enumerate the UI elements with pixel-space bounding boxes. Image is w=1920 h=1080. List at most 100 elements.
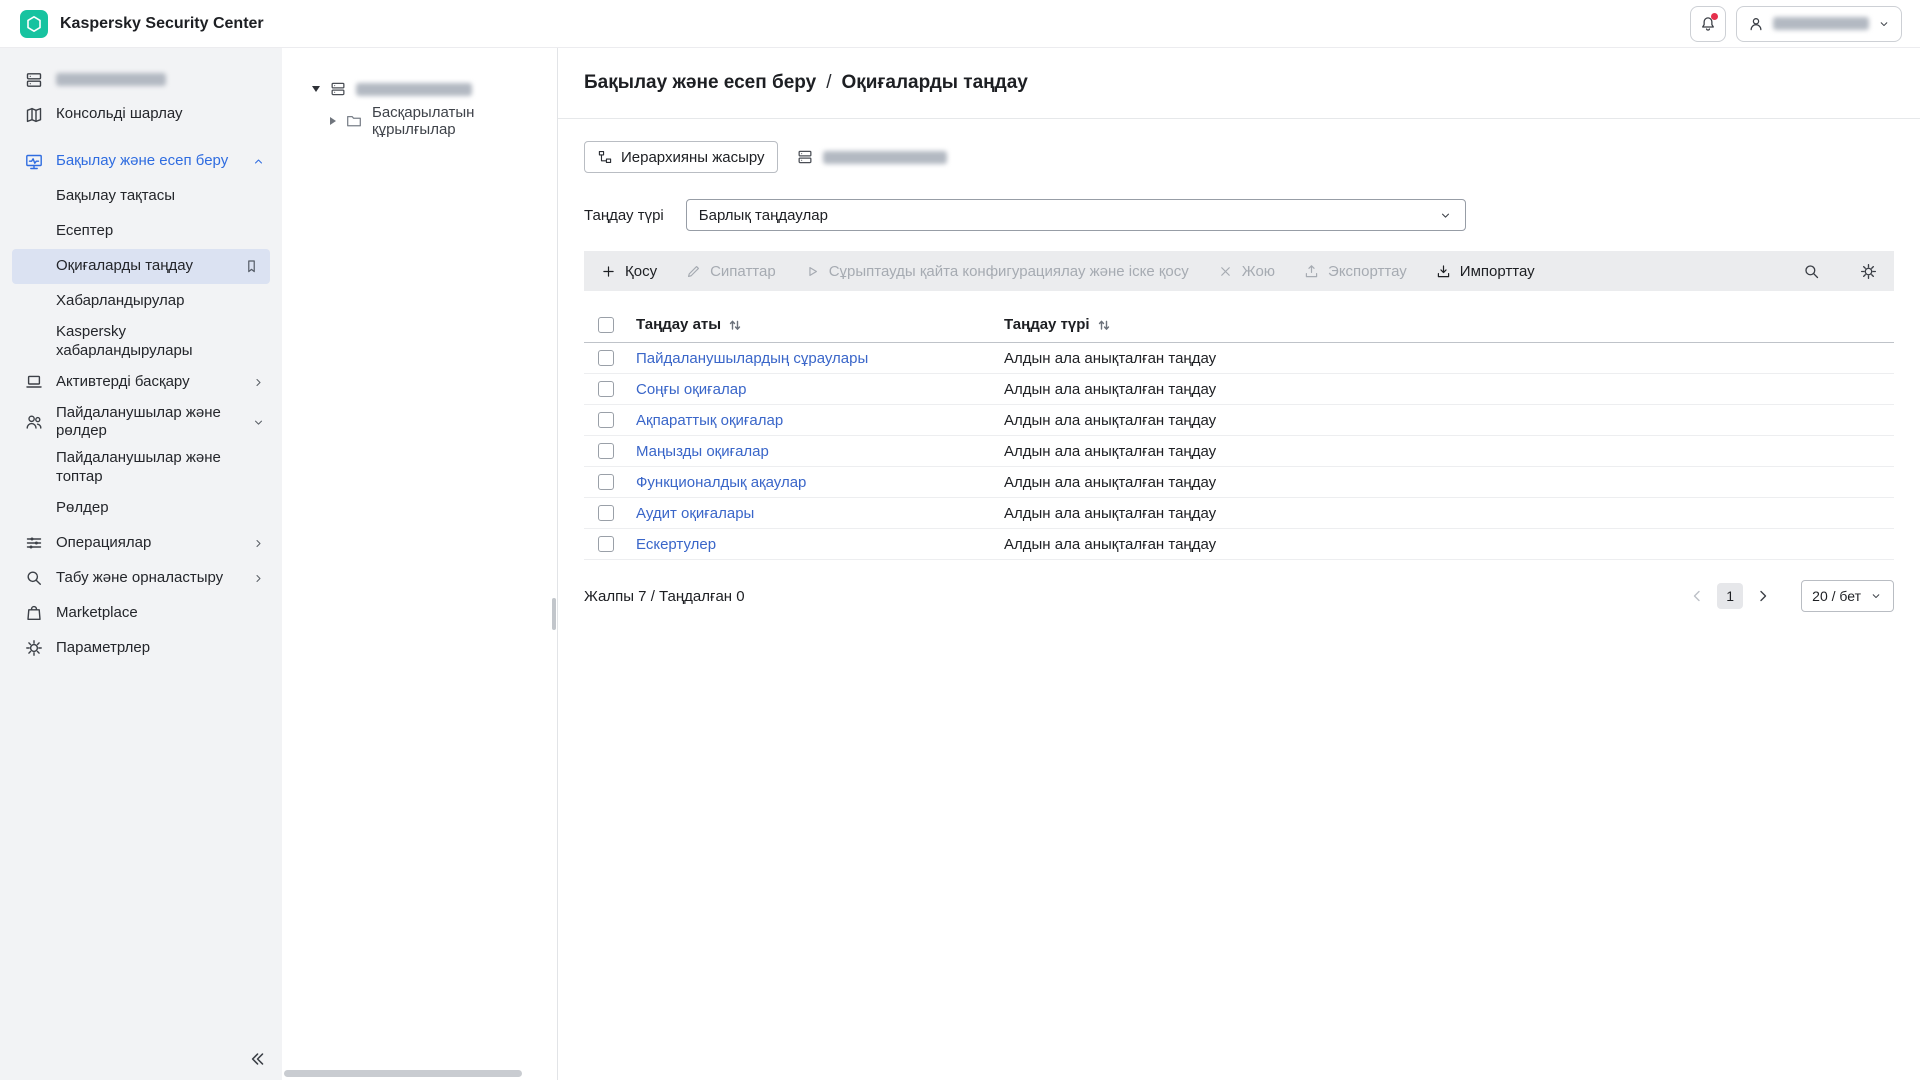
sidebar-item-monitoring-reporting[interactable]: Бақылау және есеп беру (0, 144, 282, 179)
export-button[interactable]: Экспорттау (1303, 263, 1407, 280)
horizontal-scrollbar[interactable] (284, 1070, 522, 1077)
selection-link[interactable]: Функционалдық ақаулар (636, 474, 806, 491)
sidebar-item-notifications[interactable]: Хабарландырулар (0, 284, 282, 319)
hide-hierarchy-button[interactable]: Иерархияны жасыру (584, 141, 778, 173)
tree-node-server[interactable] (282, 74, 557, 104)
page-number-button[interactable]: 1 (1717, 583, 1743, 609)
admin-server-icon (24, 70, 44, 90)
delete-button[interactable]: Жою (1217, 263, 1275, 280)
gear-icon (1859, 262, 1878, 281)
import-button[interactable]: Импорттау (1435, 263, 1535, 280)
selection-link[interactable]: Маңызды оқиғалар (636, 443, 769, 460)
export-icon (1303, 263, 1320, 280)
selection-type-select[interactable]: Барлық таңдаулар (686, 199, 1466, 231)
title-divider (558, 118, 1920, 119)
row-checkbox[interactable] (598, 412, 614, 428)
search-icon (1802, 262, 1821, 281)
breadcrumb: Бақылау және есеп беру / Оқиғаларды таңд… (558, 48, 1920, 94)
prev-page-button[interactable] (1687, 586, 1707, 606)
selection-link[interactable]: Ескертулер (636, 536, 716, 553)
sidebar-item-settings[interactable]: Параметрлер (0, 631, 282, 666)
selection-link[interactable]: Ақпараттық оқиғалар (636, 412, 783, 429)
properties-button[interactable]: Сипаттар (685, 263, 776, 280)
selection-type: Алдын ала анықталған таңдау (1004, 443, 1216, 460)
next-page-button[interactable] (1753, 586, 1773, 606)
chevron-down-icon (1877, 17, 1891, 31)
column-header-name[interactable]: Таңдау аты (630, 316, 998, 333)
sidebar-item-dashboard[interactable]: Бақылау тақтасы (0, 179, 282, 214)
sidebar-item-console-navigation[interactable]: Консольді шарлау (0, 97, 282, 132)
sidebar-item-label: Параметрлер (56, 639, 266, 658)
row-checkbox[interactable] (598, 350, 614, 366)
chevron-down-icon (1438, 208, 1453, 223)
hierarchy-icon (597, 149, 613, 165)
sidebar-item-label: Marketplace (56, 604, 266, 623)
sidebar-item-label: Пайдаланушылар және топтар (56, 449, 266, 487)
sidebar-item-users-groups[interactable]: Пайдаланушылар және топтар (0, 445, 282, 491)
topbar-right (1690, 6, 1902, 42)
chevron-right-icon (251, 536, 266, 551)
user-account-menu[interactable] (1736, 6, 1902, 42)
reconfigure-run-button[interactable]: Сұрыптауды қайта конфигурациялау және іс… (804, 263, 1189, 280)
table-row: Ескертулер Алдын ала анықталған таңдау (584, 529, 1894, 560)
page-title: Оқиғаларды таңдау (842, 72, 1028, 94)
row-checkbox[interactable] (598, 536, 614, 552)
sidebar-collapse-button[interactable] (246, 1048, 268, 1070)
admin-server-icon (796, 148, 814, 166)
sidebar-item-kaspersky-announcements[interactable]: Kaspersky хабарландырулары (0, 319, 282, 365)
sidebar-item-label: Рөлдер (56, 499, 266, 518)
sidebar-item-reports[interactable]: Есептер (0, 214, 282, 249)
column-header-type[interactable]: Таңдау түрі (998, 316, 1894, 333)
row-checkbox[interactable] (598, 381, 614, 397)
sidebar-item-event-selections[interactable]: Оқиғаларды таңдау (12, 249, 270, 284)
tree-node-label: Басқарылатын құрылғылар (372, 104, 557, 138)
sidebar-item-label: Табу және орналастыру (56, 569, 239, 588)
hide-hierarchy-label: Иерархияны жасыру (621, 149, 765, 166)
sidebar-item-label: Хабарландырулар (56, 292, 266, 311)
selection-link[interactable]: Пайдаланушылардың сұраулары (636, 350, 868, 367)
devices-icon (24, 372, 44, 392)
table-footer: Жалпы 7 / Таңдалған 0 1 20 / бет (584, 580, 1894, 612)
table-settings-button[interactable] (1859, 262, 1878, 281)
selection-type: Алдын ала анықталған таңдау (1004, 350, 1216, 367)
add-button[interactable]: Қосу (600, 263, 657, 280)
select-all-checkbox[interactable] (598, 317, 614, 333)
tree-node-managed-devices[interactable]: Басқарылатын құрылғылар (282, 106, 557, 136)
search-button[interactable] (1802, 262, 1821, 281)
row-checkbox[interactable] (598, 474, 614, 490)
page-size-value: 20 / бет (1812, 588, 1861, 604)
breadcrumb-section[interactable]: Бақылау және есеп беру (584, 72, 816, 94)
selection-link[interactable]: Аудит оқиғалары (636, 505, 754, 522)
sidebar-item-users-roles[interactable]: Пайдаланушылар және рөлдер (0, 400, 282, 446)
sidebar-item-label: Консольді шарлау (56, 105, 266, 124)
sidebar-item-asset-management[interactable]: Активтерді басқару (0, 365, 282, 400)
device-tree-panel: Басқарылатын құрылғылар (282, 48, 558, 1080)
close-icon (1217, 263, 1234, 280)
sidebar-gap (0, 132, 282, 144)
sidebar-item-marketplace[interactable]: Marketplace (0, 596, 282, 631)
users-icon (24, 412, 44, 432)
page-size-select[interactable]: 20 / бет (1801, 580, 1894, 612)
notifications-button[interactable] (1690, 6, 1726, 42)
selection-link[interactable]: Соңғы оқиғалар (636, 381, 746, 398)
server-name-redacted (823, 151, 947, 164)
tree-expander-closed-icon[interactable] (330, 117, 336, 125)
sidebar-item-roles[interactable]: Рөлдер (0, 491, 282, 526)
sidebar-item-label: Бақылау тақтасы (56, 187, 266, 206)
selection-type-filter: Таңдау түрі Барлық таңдаулар (584, 199, 1894, 231)
sidebar-item-label: Операциялар (56, 534, 239, 553)
selections-table: Таңдау аты Таңдау түрі Пайдаланушылардың… (584, 307, 1894, 560)
sidebar-item-admin-server[interactable] (0, 62, 282, 97)
sidebar-item-discovery-deployment[interactable]: Табу және орналастыру (0, 561, 282, 596)
sidebar-item-operations[interactable]: Операциялар (0, 526, 282, 561)
server-name-redacted (356, 83, 472, 96)
row-checkbox[interactable] (598, 443, 614, 459)
row-checkbox[interactable] (598, 505, 614, 521)
user-icon (1747, 15, 1765, 33)
app-root: Kaspersky Security Center Консольді шарл… (0, 0, 1920, 1080)
table-row: Соңғы оқиғалар Алдын ала анықталған таңд… (584, 374, 1894, 405)
tree-expander-open-icon[interactable] (312, 86, 320, 92)
search-icon (24, 568, 44, 588)
chevron-right-icon (251, 571, 266, 586)
vertical-scrollbar[interactable] (552, 598, 556, 630)
